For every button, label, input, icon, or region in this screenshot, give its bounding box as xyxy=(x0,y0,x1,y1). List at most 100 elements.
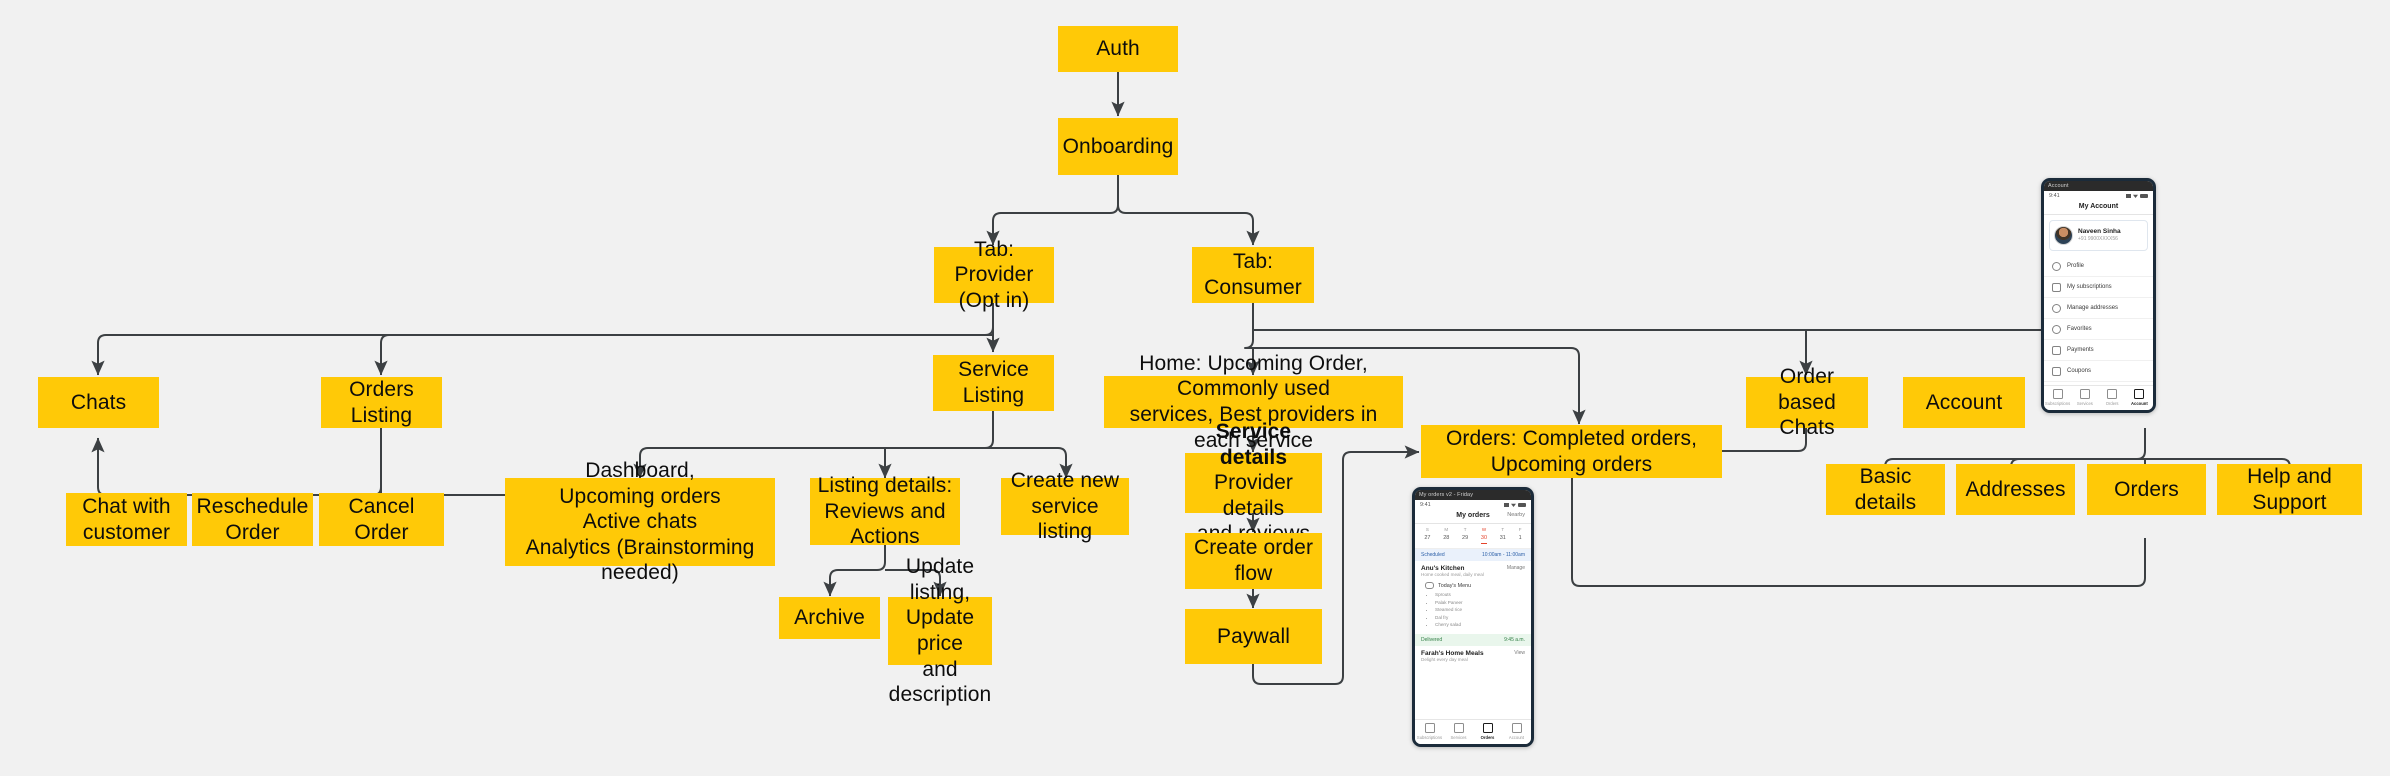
order-status-scheduled: Scheduled 10:00am - 11:00am xyxy=(1415,549,1531,561)
week-day-selected[interactable]: W 30 xyxy=(1480,527,1488,544)
tab-account-label: Account xyxy=(1508,735,1525,740)
orders-phone-nearby-link[interactable]: Nearby xyxy=(1507,512,1525,518)
signal-icon xyxy=(2126,194,2131,198)
status-icons xyxy=(1504,503,1526,507)
node-orders[interactable]: Orders xyxy=(2087,464,2206,515)
orders-phone-status-time: 9:41 xyxy=(1420,502,1431,508)
node-service-details[interactable]: Service details Provider details and rev… xyxy=(1185,420,1322,545)
node-basic-details[interactable]: Basic details xyxy=(1826,464,1945,515)
node-orders-listing[interactable]: Orders Listing xyxy=(321,377,442,428)
node-account-label: Account xyxy=(1925,390,2003,414)
account-menu-favorites[interactable]: Favorites xyxy=(2044,319,2153,340)
node-onboarding[interactable]: Onboarding xyxy=(1058,118,1178,175)
node-update-listing-label: Update listing, Update price and descrip… xyxy=(888,555,992,707)
node-onboarding-label: Onboarding xyxy=(1062,134,1174,158)
node-service-listing[interactable]: Service Listing xyxy=(933,355,1054,411)
order-card-1[interactable]: Anu's Kitchen Home cooked meal, daily me… xyxy=(1415,561,1531,579)
account-icon xyxy=(1511,723,1522,733)
tab-account[interactable]: Account xyxy=(2126,389,2153,406)
account-icon xyxy=(2134,389,2145,399)
node-tab-provider[interactable]: Tab: Provider (Opt in) xyxy=(934,238,1054,312)
account-menu-favorites-label: Favorites xyxy=(2067,326,2092,332)
week-day-letter: F xyxy=(1518,527,1522,532)
week-day-letter: W xyxy=(1481,527,1487,532)
node-help-and-support[interactable]: Help and Support xyxy=(2217,464,2362,515)
orders-phone-week-strip[interactable]: S 27 M 28 T 29 W 30 T 31 F1 xyxy=(1415,524,1531,549)
week-day[interactable]: M 28 xyxy=(1443,527,1449,544)
signal-icon xyxy=(1504,503,1509,507)
node-chat-with-customer[interactable]: Chat with customer xyxy=(66,493,187,546)
order-2-name: Farah's Home Meals xyxy=(1421,649,1484,657)
node-archive[interactable]: Archive xyxy=(779,597,880,639)
node-orders-label: Orders xyxy=(2114,477,2179,501)
account-profile-card[interactable]: Naveen Sinha +91 9900XXXX56 xyxy=(2049,220,2148,251)
account-phone-status-time: 9:41 xyxy=(2049,193,2060,199)
account-menu-coupons[interactable]: Coupons xyxy=(2044,361,2153,382)
node-dashboard[interactable]: Dashboard, Upcoming orders Active chats … xyxy=(505,459,775,584)
account-user-phone: +91 9900XXXX56 xyxy=(2078,236,2118,243)
menu-item: Cherry salad xyxy=(1435,621,1525,629)
account-menu-addresses-label: Manage addresses xyxy=(2067,305,2119,311)
node-update-listing[interactable]: Update listing, Update price and descrip… xyxy=(888,555,992,706)
subscriptions-icon xyxy=(2052,389,2063,399)
tab-subscriptions[interactable]: Subscriptions xyxy=(2044,389,2071,406)
node-paywall[interactable]: Paywall xyxy=(1185,609,1322,664)
order-card-2[interactable]: Farah's Home Meals Delight every day mea… xyxy=(1415,646,1531,664)
node-listing-details[interactable]: Listing details: Reviews and Actions xyxy=(810,474,960,548)
week-day[interactable]: T 31 xyxy=(1500,527,1506,544)
menu-item: Sprouts xyxy=(1435,591,1525,599)
node-create-new-service-listing-label: Create new service listing xyxy=(1010,469,1120,544)
order-1-manage-link[interactable]: Manage xyxy=(1507,565,1525,571)
order-1-menu-items: Sprouts Palak Paneer Steamed rice Dal fr… xyxy=(1425,591,1525,629)
battery-icon xyxy=(1518,503,1526,507)
node-addresses[interactable]: Addresses xyxy=(1956,464,2075,515)
account-menu-profile-label: Profile xyxy=(2067,263,2085,269)
coupon-icon xyxy=(2052,366,2061,376)
account-menu-addresses[interactable]: Manage addresses xyxy=(2044,298,2153,319)
credit-card-icon xyxy=(2052,345,2061,355)
tab-orders[interactable]: Orders xyxy=(1473,723,1502,740)
node-order-based-chats[interactable]: Order based Chats xyxy=(1746,365,1868,439)
tab-orders[interactable]: Orders xyxy=(2099,389,2126,406)
tab-services[interactable]: Services xyxy=(2071,389,2098,406)
week-day[interactable]: T 29 xyxy=(1462,527,1468,544)
week-day-letter: S xyxy=(1425,527,1429,532)
tab-account[interactable]: Account xyxy=(1502,723,1531,740)
order-1-name: Anu's Kitchen xyxy=(1421,565,1465,572)
node-orders-completed[interactable]: Orders: Completed orders, Upcoming order… xyxy=(1421,425,1722,478)
tab-services-label: Services xyxy=(2076,401,2093,406)
node-tab-provider-label: Tab: Provider (Opt in) xyxy=(954,237,1034,312)
orders-phone-tabbar[interactable]: Subscriptions Services Orders Account xyxy=(1415,719,1531,744)
node-reschedule-order[interactable]: Reschedule Order xyxy=(192,493,313,546)
order-status-delivered-time: 9:45 a.m. xyxy=(1504,636,1525,643)
node-reschedule-order-label: Reschedule Order xyxy=(196,494,309,544)
avatar xyxy=(2054,226,2073,245)
account-phone-tabbar[interactable]: Subscriptions Services Orders Account xyxy=(2044,385,2153,410)
account-menu-payments[interactable]: Payments xyxy=(2044,340,2153,361)
node-create-new-service-listing[interactable]: Create new service listing xyxy=(1001,469,1129,543)
node-cancel-order[interactable]: Cancel Order xyxy=(319,493,444,546)
node-create-order-flow[interactable]: Create order flow xyxy=(1185,533,1322,589)
week-day-num: 30 xyxy=(1480,534,1488,544)
account-menu-subscriptions-label: My subscriptions xyxy=(2067,284,2112,290)
account-menu-coupons-label: Coupons xyxy=(2067,368,2092,374)
account-menu-profile[interactable]: Profile xyxy=(2044,256,2153,277)
week-day-num: 1 xyxy=(1518,534,1522,541)
node-chats[interactable]: Chats xyxy=(38,377,159,428)
node-account[interactable]: Account xyxy=(1903,377,2025,428)
node-auth-label: Auth xyxy=(1096,37,1140,61)
order-2-view-link[interactable]: View xyxy=(1514,650,1525,656)
node-tab-consumer[interactable]: Tab: Consumer xyxy=(1192,247,1314,303)
node-auth[interactable]: Auth xyxy=(1058,26,1178,72)
tab-services[interactable]: Services xyxy=(1444,723,1473,740)
week-day-letter: M xyxy=(1444,527,1449,532)
week-day[interactable]: S 27 xyxy=(1424,527,1430,544)
order-2-sub: Delight every day meal xyxy=(1421,656,1468,662)
orders-phone-statusbar: 9:41 xyxy=(1415,500,1531,509)
menu-item: Dal fry xyxy=(1435,614,1525,622)
tab-services-label: Services xyxy=(1450,735,1467,740)
account-menu-subscriptions[interactable]: My subscriptions xyxy=(2044,277,2153,298)
order-status-delivered: Delivered 9:45 a.m. xyxy=(1415,633,1531,646)
week-day[interactable]: F1 xyxy=(1519,527,1522,544)
tab-subscriptions[interactable]: Subscriptions xyxy=(1415,723,1444,740)
